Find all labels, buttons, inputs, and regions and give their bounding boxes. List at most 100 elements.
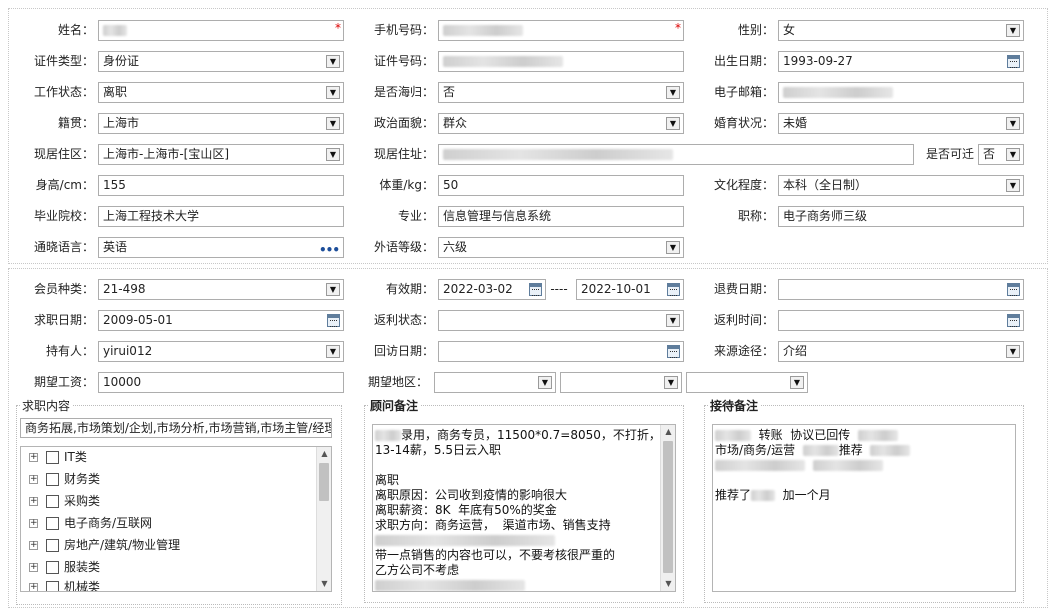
- consultant-notes-textarea[interactable]: 录用，商务专员，11500*0.7=8050，不打折， 13-14薪，5.5日云…: [372, 424, 676, 592]
- tree-item[interactable]: + 财务类: [29, 469, 100, 489]
- source-select[interactable]: 介绍 ▼: [778, 341, 1024, 362]
- language-level-select[interactable]: 六级 ▼: [438, 237, 684, 258]
- political-select[interactable]: 群众 ▼: [438, 113, 684, 134]
- calendar-icon[interactable]: [529, 283, 542, 296]
- chevron-down-icon[interactable]: ▼: [666, 86, 680, 99]
- language-input[interactable]: 英语 •••: [98, 237, 344, 258]
- scroll-down-icon[interactable]: ▼: [317, 577, 331, 591]
- overseas-select[interactable]: 否 ▼: [438, 82, 684, 103]
- native-place-select[interactable]: 上海市 ▼: [98, 113, 344, 134]
- chevron-down-icon[interactable]: ▼: [326, 148, 340, 161]
- job-title-input[interactable]: 电子商务师三级: [778, 206, 1024, 227]
- area-province-select[interactable]: ▼: [434, 372, 556, 393]
- checkbox[interactable]: [46, 581, 59, 591]
- id-type-select[interactable]: 身份证 ▼: [98, 51, 344, 72]
- chevron-down-icon[interactable]: ▼: [326, 86, 340, 99]
- expand-icon[interactable]: +: [29, 583, 38, 591]
- email-input[interactable]: [778, 82, 1024, 103]
- weight-input[interactable]: 50: [438, 175, 684, 196]
- job-title-label: 职称：: [737, 209, 774, 223]
- member-type-select[interactable]: 21-498 ▼: [98, 279, 344, 300]
- checkbox[interactable]: [46, 451, 59, 464]
- chevron-down-icon[interactable]: ▼: [1006, 148, 1020, 161]
- scroll-thumb[interactable]: [663, 441, 673, 573]
- expand-icon[interactable]: +: [29, 497, 38, 506]
- job-category-tree[interactable]: + IT类 + 财务类 + 采购类 + 电子商务/互联网 + 房地产/建筑/物业管理 + 服…: [20, 446, 332, 592]
- calendar-icon[interactable]: [667, 283, 680, 296]
- tree-item[interactable]: + IT类: [29, 447, 87, 467]
- expand-icon[interactable]: +: [29, 563, 38, 572]
- relocate-label: 是否可迁: [925, 147, 974, 161]
- checkbox[interactable]: [46, 495, 59, 508]
- tree-item[interactable]: + 房地产/建筑/物业管理: [29, 535, 180, 555]
- relocate-select[interactable]: 否 ▼: [978, 144, 1024, 165]
- visit-date-input[interactable]: [438, 341, 684, 362]
- checkbox[interactable]: [46, 473, 59, 486]
- chevron-down-icon[interactable]: ▼: [326, 117, 340, 130]
- salary-input[interactable]: 10000: [98, 372, 344, 393]
- holder-select[interactable]: yirui012 ▼: [98, 341, 344, 362]
- scroll-thumb[interactable]: [319, 463, 329, 501]
- checkbox[interactable]: [46, 539, 59, 552]
- chevron-down-icon[interactable]: ▼: [1006, 117, 1020, 130]
- chevron-down-icon[interactable]: ▼: [666, 314, 680, 327]
- name-input[interactable]: *: [98, 20, 344, 41]
- expand-icon[interactable]: +: [29, 519, 38, 528]
- gender-label: 性别：: [737, 23, 774, 37]
- chevron-down-icon[interactable]: ▼: [538, 376, 552, 389]
- job-date-input[interactable]: 2009-05-01: [98, 310, 344, 331]
- calendar-icon[interactable]: [1007, 314, 1020, 327]
- reception-notes-textarea[interactable]: 转账 协议已回传 市场/商务/运营 推荐 推荐了 加一个月: [712, 424, 1016, 592]
- birth-date-input[interactable]: 1993-09-27: [778, 51, 1024, 72]
- chevron-down-icon[interactable]: ▼: [326, 55, 340, 68]
- scroll-up-icon[interactable]: ▲: [661, 425, 675, 439]
- calendar-icon[interactable]: [1007, 55, 1020, 68]
- scrollbar[interactable]: ▲ ▼: [316, 447, 331, 591]
- refund-date-input[interactable]: [778, 279, 1024, 300]
- chevron-down-icon[interactable]: ▼: [790, 376, 804, 389]
- checkbox[interactable]: [46, 517, 59, 530]
- education-select[interactable]: 本科（全日制） ▼: [778, 175, 1024, 196]
- rebate-status-select[interactable]: ▼: [438, 310, 684, 331]
- more-options-icon[interactable]: •••: [319, 241, 340, 257]
- area-district-select[interactable]: ▼: [686, 372, 808, 393]
- calendar-icon[interactable]: [667, 345, 680, 358]
- height-input[interactable]: 155: [98, 175, 344, 196]
- valid-from-input[interactable]: 2022-03-02: [438, 279, 546, 300]
- marital-select[interactable]: 未婚 ▼: [778, 113, 1024, 134]
- tree-item[interactable]: + 服装类: [29, 557, 100, 577]
- address-input[interactable]: [438, 144, 914, 165]
- valid-to-input[interactable]: 2022-10-01: [576, 279, 684, 300]
- chevron-down-icon[interactable]: ▼: [1006, 345, 1020, 358]
- region-select[interactable]: 上海市-上海市-[宝山区] ▼: [98, 144, 344, 165]
- chevron-down-icon[interactable]: ▼: [326, 345, 340, 358]
- area-city-select[interactable]: ▼: [560, 372, 682, 393]
- expand-icon[interactable]: +: [29, 453, 38, 462]
- chevron-down-icon[interactable]: ▼: [1006, 24, 1020, 37]
- scroll-down-icon[interactable]: ▼: [661, 577, 675, 591]
- job-summary-input[interactable]: 商务拓展,市场策划/企划,市场分析,市场营销,市场主管/经理: [20, 418, 332, 438]
- checkbox[interactable]: [46, 561, 59, 574]
- chevron-down-icon[interactable]: ▼: [326, 283, 340, 296]
- phone-input[interactable]: *: [438, 20, 684, 41]
- area-label: 期望地区：: [368, 375, 429, 389]
- calendar-icon[interactable]: [327, 314, 340, 327]
- expand-icon[interactable]: +: [29, 475, 38, 484]
- tree-item[interactable]: + 电子商务/互联网: [29, 513, 152, 533]
- scrollbar[interactable]: ▲ ▼: [660, 425, 675, 591]
- gender-select[interactable]: 女 ▼: [778, 20, 1024, 41]
- school-input[interactable]: 上海工程技术大学: [98, 206, 344, 227]
- tree-item[interactable]: + 机械类: [29, 577, 100, 591]
- chevron-down-icon[interactable]: ▼: [1006, 179, 1020, 192]
- expand-icon[interactable]: +: [29, 541, 38, 550]
- major-input[interactable]: 信息管理与信息系统: [438, 206, 684, 227]
- work-status-select[interactable]: 离职 ▼: [98, 82, 344, 103]
- id-number-input[interactable]: [438, 51, 684, 72]
- chevron-down-icon[interactable]: ▼: [664, 376, 678, 389]
- rebate-time-input[interactable]: [778, 310, 1024, 331]
- chevron-down-icon[interactable]: ▼: [666, 117, 680, 130]
- tree-item[interactable]: + 采购类: [29, 491, 100, 511]
- calendar-icon[interactable]: [1007, 283, 1020, 296]
- chevron-down-icon[interactable]: ▼: [666, 241, 680, 254]
- scroll-up-icon[interactable]: ▲: [317, 447, 331, 461]
